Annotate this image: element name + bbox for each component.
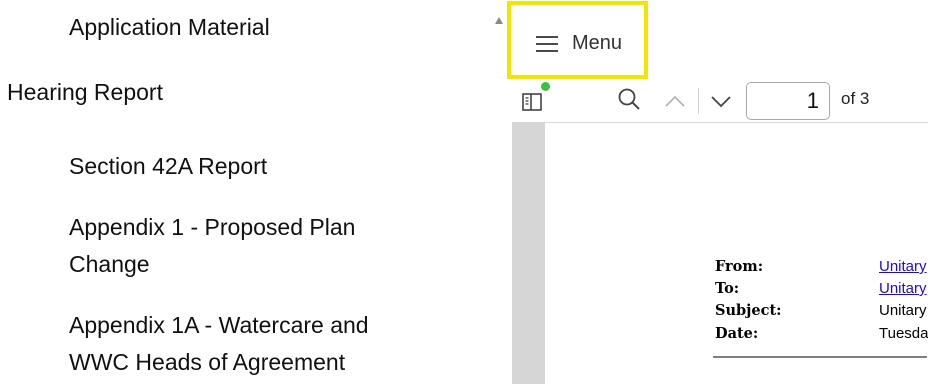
nav-link-appendix-1a-line2[interactable]: WWC Heads of Agreement [69, 344, 345, 381]
hamburger-icon [536, 36, 558, 53]
pdf-toolbar: of 3 [512, 80, 928, 123]
nav-link-application-material[interactable]: Application Material [69, 9, 270, 46]
nav-link-appendix-1-line2[interactable]: Change [69, 246, 150, 283]
memo-from-label: From: [715, 258, 764, 275]
chevron-down-icon[interactable] [708, 88, 734, 114]
memo-subject-label: Subject: [715, 302, 782, 319]
toolbar-divider [698, 88, 699, 114]
sidebar-toggle-icon[interactable] [522, 91, 544, 111]
chevron-up-icon[interactable] [662, 88, 688, 114]
menu-button[interactable]: Menu [507, 1, 648, 79]
pdf-canvas[interactable] [512, 123, 928, 384]
memo-divider-rule [713, 356, 927, 358]
nav-link-appendix-1a-line1[interactable]: Appendix 1A - Watercare and [69, 307, 369, 344]
document-nav: Application Material Hearing Report Sect… [0, 0, 490, 384]
page-number-input[interactable] [746, 82, 830, 120]
memo-subject-value: Unitary [879, 302, 927, 319]
scroll-up-arrow-icon[interactable] [495, 17, 503, 24]
pdf-page [545, 123, 928, 384]
memo-from-link[interactable]: Unitary [879, 258, 927, 275]
search-icon[interactable] [617, 87, 641, 113]
page-total-label: of 3 [841, 89, 870, 108]
memo-to-label: To: [715, 280, 740, 297]
menu-button-label: Menu [572, 32, 623, 54]
memo-date-value: Tuesda [879, 325, 928, 342]
nav-link-section-42a-report[interactable]: Section 42A Report [69, 148, 267, 185]
nav-link-appendix-1-line1[interactable]: Appendix 1 - Proposed Plan [69, 209, 355, 246]
memo-to-link[interactable]: Unitary [879, 280, 927, 297]
status-dot-icon [541, 82, 550, 91]
nav-link-hearing-report[interactable]: Hearing Report [7, 74, 163, 111]
memo-date-label: Date: [715, 325, 759, 342]
